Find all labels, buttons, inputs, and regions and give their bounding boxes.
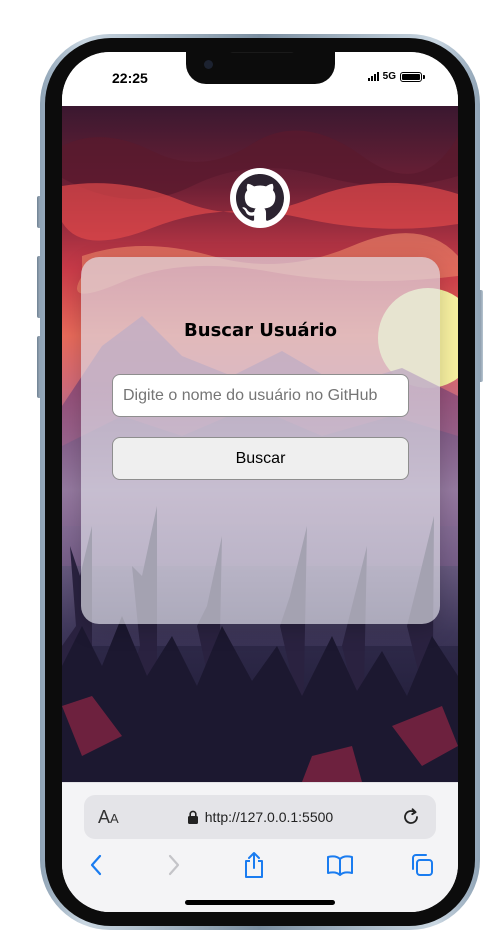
- bookmarks-button[interactable]: [324, 849, 356, 881]
- network-type: 5G: [382, 71, 396, 82]
- back-icon: [90, 854, 102, 876]
- status-indicators: 5G: [367, 71, 425, 82]
- address-bar[interactable]: AA http://127.0.0.1:5500: [84, 795, 436, 839]
- bookmarks-icon: [327, 855, 353, 876]
- url-text: http://127.0.0.1:5500: [204, 809, 334, 825]
- search-card: Buscar Usuário Buscar: [81, 257, 440, 624]
- text-size-label-small: A: [110, 811, 119, 826]
- web-page: Buscar Usuário Buscar: [62, 106, 458, 782]
- notch-speaker: [230, 52, 294, 53]
- forward-button[interactable]: [158, 849, 190, 881]
- home-indicator[interactable]: [185, 900, 335, 905]
- github-icon: [230, 168, 290, 228]
- page-title: Buscar Usuário: [184, 320, 337, 341]
- url-display: http://127.0.0.1:5500: [84, 795, 436, 839]
- lock-icon: [187, 810, 198, 824]
- browser-nav-row: [62, 849, 458, 885]
- username-search-input[interactable]: [112, 374, 409, 417]
- status-time: 22:25: [112, 70, 148, 86]
- text-size-button[interactable]: AA: [98, 807, 119, 829]
- browser-toolbar: AA http://127.0.0.1:5500: [62, 782, 458, 912]
- notch: [186, 52, 335, 84]
- search-button[interactable]: Buscar: [112, 437, 409, 480]
- share-icon: [245, 852, 263, 878]
- signal-icon: [367, 72, 379, 81]
- battery-level: [402, 73, 420, 80]
- tabs-icon: [412, 854, 433, 876]
- battery-icon: [400, 71, 425, 82]
- share-button[interactable]: [238, 849, 270, 881]
- reload-icon[interactable]: [400, 806, 422, 828]
- phone-screen: 22:25 5G Buscar Usuário Digite o nome do…: [62, 52, 458, 912]
- text-size-label: A: [98, 807, 111, 827]
- forward-icon: [168, 854, 180, 876]
- status-bar: 22:25 5G: [62, 52, 458, 106]
- tabs-button[interactable]: [406, 849, 438, 881]
- front-camera: [204, 60, 213, 69]
- back-button[interactable]: [80, 849, 112, 881]
